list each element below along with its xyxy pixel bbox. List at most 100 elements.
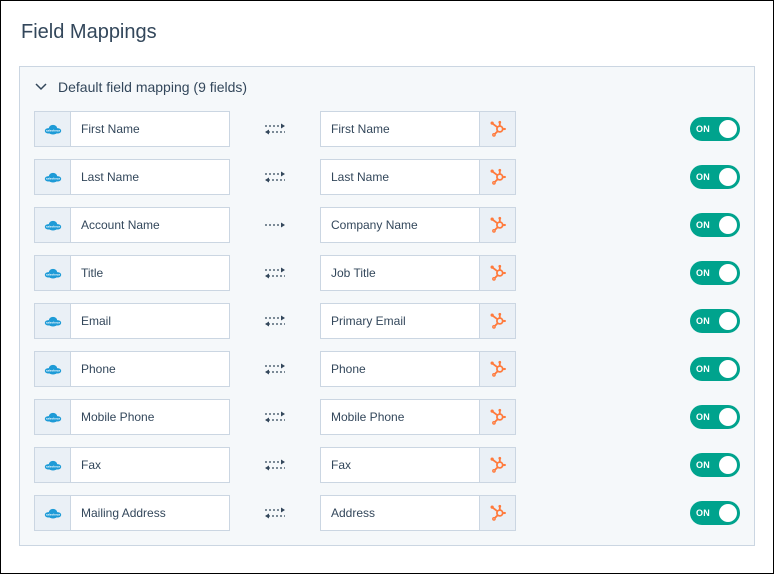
mapping-toggle[interactable]: ON xyxy=(690,165,740,189)
toggle-label: ON xyxy=(696,460,710,470)
target-field[interactable]: Phone xyxy=(320,351,480,387)
hubspot-icon xyxy=(480,207,516,243)
mapping-toggle[interactable]: ON xyxy=(690,501,740,525)
source-field-label: Account Name xyxy=(81,218,160,232)
target-field[interactable]: Last Name xyxy=(320,159,480,195)
toggle-knob xyxy=(719,168,737,186)
toggle-label: ON xyxy=(696,124,710,134)
target-field-label: Last Name xyxy=(331,170,389,184)
target-field[interactable]: Job Title xyxy=(320,255,480,291)
target-field-label: Fax xyxy=(331,458,351,472)
source-field-label: Email xyxy=(81,314,111,328)
toggle-label: ON xyxy=(696,172,710,182)
hubspot-icon xyxy=(480,495,516,531)
source-field[interactable]: First Name xyxy=(70,111,230,147)
mapping-row: Phone Phone ON xyxy=(34,351,740,387)
target-field[interactable]: Address xyxy=(320,495,480,531)
salesforce-icon xyxy=(34,207,70,243)
source-field[interactable]: Email xyxy=(70,303,230,339)
target-field-label: Job Title xyxy=(331,266,376,280)
mapping-row: Account Name Company Name ON xyxy=(34,207,740,243)
mapping-toggle[interactable]: ON xyxy=(690,117,740,141)
mapping-toggle[interactable]: ON xyxy=(690,261,740,285)
source-field-label: Fax xyxy=(81,458,101,472)
mapping-rows: First NameFirst NameONLast NameLast Name… xyxy=(34,111,740,531)
mapping-row: Mobile Phone Mobile Phone ON xyxy=(34,399,740,435)
hubspot-icon xyxy=(480,159,516,195)
source-field[interactable]: Mobile Phone xyxy=(70,399,230,435)
toggle-label: ON xyxy=(696,316,710,326)
source-field[interactable]: Phone xyxy=(70,351,230,387)
mapping-toggle[interactable]: ON xyxy=(690,405,740,429)
accordion-default-mapping[interactable]: Default field mapping (9 fields) xyxy=(34,79,740,95)
source-field-label: Last Name xyxy=(81,170,139,184)
mappings-panel: Default field mapping (9 fields) First N… xyxy=(19,66,755,546)
salesforce-icon xyxy=(34,399,70,435)
toggle-knob xyxy=(719,312,737,330)
hubspot-icon xyxy=(480,255,516,291)
chevron-down-icon xyxy=(34,80,48,94)
target-field-label: Primary Email xyxy=(331,314,406,328)
source-field-label: First Name xyxy=(81,122,140,136)
toggle-label: ON xyxy=(696,412,710,422)
salesforce-icon xyxy=(34,495,70,531)
target-field-label: First Name xyxy=(331,122,390,136)
target-field[interactable]: First Name xyxy=(320,111,480,147)
source-field[interactable]: Mailing Address xyxy=(70,495,230,531)
app-frame: Field Mappings Default field mapping (9 … xyxy=(0,0,774,574)
mapping-toggle[interactable]: ON xyxy=(690,213,740,237)
accordion-label: Default field mapping (9 fields) xyxy=(58,79,247,95)
page-title: Field Mappings xyxy=(21,21,755,44)
salesforce-icon xyxy=(34,255,70,291)
mapping-toggle[interactable]: ON xyxy=(690,453,740,477)
toggle-knob xyxy=(719,216,737,234)
source-field[interactable]: Fax xyxy=(70,447,230,483)
target-field[interactable]: Mobile Phone xyxy=(320,399,480,435)
hubspot-icon xyxy=(480,351,516,387)
toggle-label: ON xyxy=(696,220,710,230)
salesforce-icon xyxy=(34,111,70,147)
bidirectional-arrow-icon[interactable] xyxy=(230,410,320,424)
oneway-arrow-icon[interactable] xyxy=(230,220,320,230)
toggle-label: ON xyxy=(696,268,710,278)
salesforce-icon xyxy=(34,447,70,483)
source-field[interactable]: Title xyxy=(70,255,230,291)
mapping-row: Mailing Address Address ON xyxy=(34,495,740,531)
toggle-label: ON xyxy=(696,364,710,374)
mapping-row: Last Name Last Name ON xyxy=(34,159,740,195)
hubspot-icon xyxy=(480,399,516,435)
mapping-row: Title Job Title ON xyxy=(34,255,740,291)
salesforce-icon xyxy=(34,351,70,387)
source-field[interactable]: Last Name xyxy=(70,159,230,195)
bidirectional-arrow-icon[interactable] xyxy=(230,314,320,328)
toggle-knob xyxy=(719,504,737,522)
hubspot-icon xyxy=(480,303,516,339)
target-field[interactable]: Company Name xyxy=(320,207,480,243)
source-field-label: Mobile Phone xyxy=(81,410,154,424)
toggle-label: ON xyxy=(696,508,710,518)
bidirectional-arrow-icon[interactable] xyxy=(230,170,320,184)
hubspot-icon xyxy=(480,111,516,147)
mapping-toggle[interactable]: ON xyxy=(690,309,740,333)
source-field[interactable]: Account Name xyxy=(70,207,230,243)
toggle-knob xyxy=(719,120,737,138)
target-field-label: Mobile Phone xyxy=(331,410,404,424)
bidirectional-arrow-icon[interactable] xyxy=(230,458,320,472)
mapping-row: Fax Fax ON xyxy=(34,447,740,483)
target-field-label: Company Name xyxy=(331,218,418,232)
target-field[interactable]: Primary Email xyxy=(320,303,480,339)
bidirectional-arrow-icon[interactable] xyxy=(230,266,320,280)
mapping-toggle[interactable]: ON xyxy=(690,357,740,381)
source-field-label: Phone xyxy=(81,362,116,376)
mapping-row: First Name First Name ON xyxy=(34,111,740,147)
toggle-knob xyxy=(719,456,737,474)
bidirectional-arrow-icon[interactable] xyxy=(230,122,320,136)
bidirectional-arrow-icon[interactable] xyxy=(230,362,320,376)
salesforce-icon xyxy=(34,303,70,339)
toggle-knob xyxy=(719,360,737,378)
bidirectional-arrow-icon[interactable] xyxy=(230,506,320,520)
target-field[interactable]: Fax xyxy=(320,447,480,483)
toggle-knob xyxy=(719,408,737,426)
mapping-row: Email Primary Email ON xyxy=(34,303,740,339)
target-field-label: Phone xyxy=(331,362,366,376)
